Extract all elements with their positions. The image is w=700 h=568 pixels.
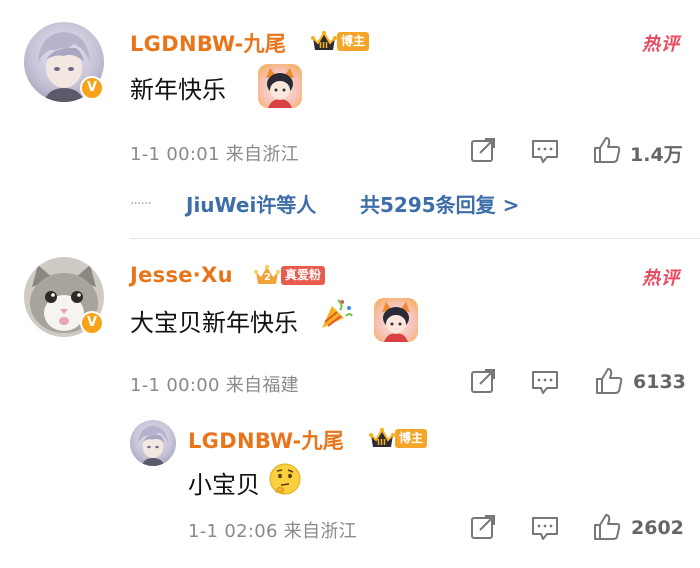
share-icon[interactable]: [470, 368, 496, 394]
share-icon[interactable]: [470, 137, 496, 163]
replies-names-link[interactable]: JiuWei许等人: [186, 189, 316, 218]
like-count: 2602: [631, 517, 684, 539]
thumbs-up-icon[interactable]: [594, 366, 624, 396]
comment-meta: 1-1 00:00 来自福建: [130, 375, 299, 396]
verified-icon: V: [80, 311, 104, 335]
reply-avatar[interactable]: [130, 420, 176, 466]
crown-level: III: [377, 438, 386, 447]
blogger-badge: 博主: [395, 429, 428, 448]
like-count: 6133: [633, 371, 686, 393]
verified-icon: V: [80, 76, 104, 100]
thinking-face-icon: [268, 462, 302, 496]
like-count: 1.4万: [630, 144, 683, 166]
reply-text: 小宝贝: [188, 471, 260, 499]
share-icon[interactable]: [470, 514, 496, 540]
view-replies-link[interactable]: 共5295条回复 >: [360, 189, 519, 218]
sticker-emoji: [258, 64, 302, 108]
party-popper-icon: [318, 296, 354, 332]
replies-dots: ······: [130, 196, 152, 212]
blogger-badge: 博主: [337, 32, 370, 51]
crown-level: III: [319, 41, 328, 50]
comment-meta: 1-1 00:01 来自浙江: [130, 144, 299, 165]
comment-username[interactable]: LGDNBW-九尾: [130, 28, 286, 58]
comment-text: 大宝贝新年快乐: [130, 309, 298, 337]
comment-icon[interactable]: [531, 138, 559, 164]
hot-comment-label: 热评: [642, 268, 680, 289]
thumbs-up-icon[interactable]: [592, 135, 622, 165]
divider: [130, 238, 700, 239]
comment-icon[interactable]: [531, 515, 559, 541]
comment-username[interactable]: Jesse·Xu: [130, 263, 233, 287]
fan-level: 2: [264, 272, 271, 283]
reply-username[interactable]: LGDNBW-九尾: [188, 425, 344, 455]
reply-meta: 1-1 02:06 来自浙江: [188, 521, 357, 542]
sticker-emoji: [374, 298, 418, 342]
fan-badge: 真爱粉: [281, 266, 326, 285]
thumbs-up-icon[interactable]: [592, 512, 622, 542]
hot-comment-label: 热评: [642, 34, 680, 55]
comment-text: 新年快乐: [130, 76, 226, 104]
comment-icon[interactable]: [531, 369, 559, 395]
